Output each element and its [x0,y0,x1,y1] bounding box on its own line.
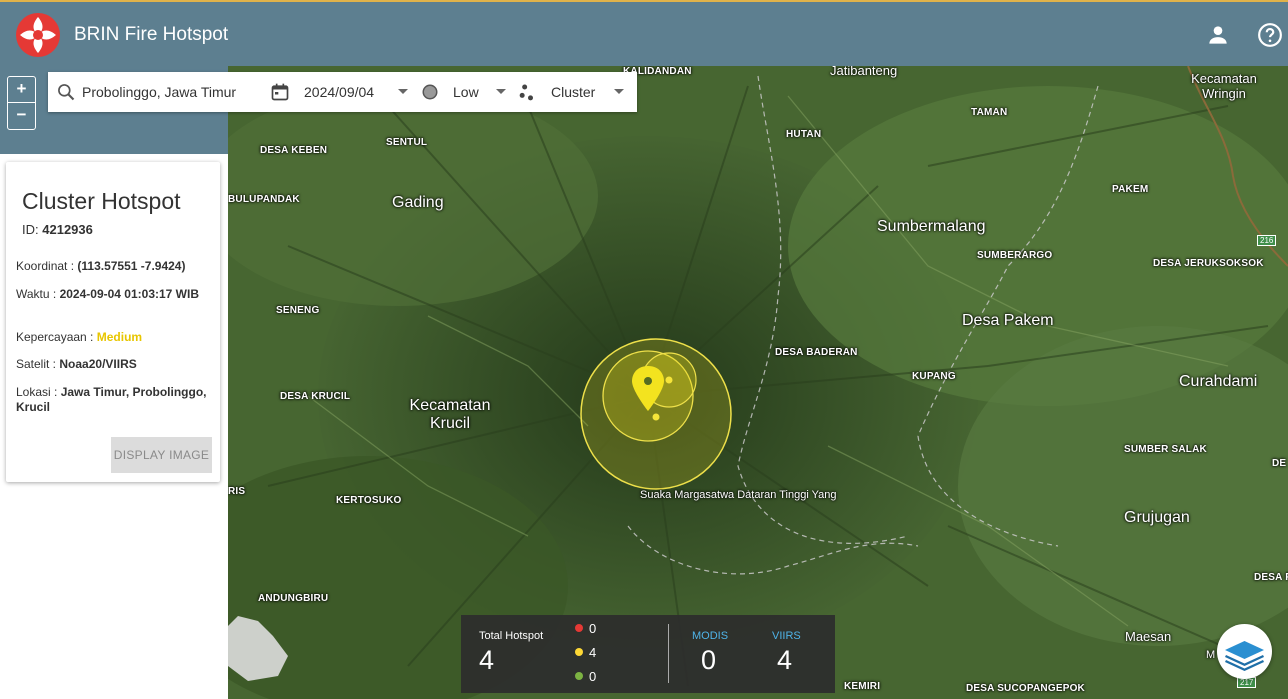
chevron-down-icon[interactable] [398,89,408,94]
calendar-icon[interactable] [270,82,290,102]
waktu-field: Waktu : 2024-09-04 01:03:17 WIB [16,287,216,302]
lokasi-field: Lokasi : Jawa Timur, Probolinggo, Krucil [16,385,216,415]
map-label: DESA SUCOPANGEPOK [966,683,1085,694]
date-select[interactable]: 2024/09/04 [304,72,374,112]
map-label: DE [1272,458,1287,469]
low-count-value: 0 [589,669,597,684]
hotspot-cluster[interactable] [580,338,732,490]
satellite-map[interactable]: KALIDANDAN Jatibanteng Kecamatan Wringin… [228,66,1288,699]
medium-count: 4 [575,645,596,660]
confidence-circle-icon [422,84,438,100]
modis-value: 0 [701,645,717,675]
chevron-down-icon[interactable] [496,89,506,94]
map-label: Kecamatan Wringin [1191,71,1257,101]
koordinat-field: Koordinat : (113.57551 -7.9424) [16,259,216,274]
display-image-button[interactable]: DISPLAY IMAGE [111,437,212,473]
layers-button[interactable] [1217,624,1272,679]
kepercayaan-value: Medium [96,330,143,344]
road-marker: 216 [1257,235,1277,246]
total-hotspot-label: Total Hotspot [479,630,544,642]
satelit-label: Satelit : [16,357,57,371]
map-label: RIS [228,486,246,497]
lokasi-label: Lokasi : [16,385,58,399]
map-label: TAMAN [971,107,1008,118]
chevron-down-icon[interactable] [614,89,624,94]
map-label: PAKEM [1112,184,1149,195]
display-mode-select[interactable]: Cluster [551,72,595,112]
zoom-out-button[interactable]: − [8,102,35,128]
waktu-label: Waktu : [16,287,57,301]
waktu-value: 2024-09-04 01:03:17 WIB [59,287,199,301]
map-label: Curahdami [1179,373,1258,390]
app-title: BRIN Fire Hotspot [74,24,229,45]
map-label: ANDUNGBIRU [258,593,329,604]
map-label: Desa Pakem [962,312,1054,329]
map-label: Kecamatan Krucil [409,397,491,432]
top-app-bar: BRIN Fire Hotspot [0,0,1288,66]
map-label: M [1206,649,1216,661]
map-label: Jatibanteng [830,66,898,78]
map-label: SENENG [276,305,320,316]
map-label: HUTAN [786,129,822,140]
map-label: DESA JERUKSOKSOK [1153,258,1264,269]
stats-divider [668,624,669,683]
zoom-control: + − [7,76,36,130]
total-hotspot-value: 4 [479,645,495,675]
confidence-select[interactable]: Low [453,72,479,112]
map-label: SUMBER SALAK [1124,444,1207,455]
map-label: Sumbermalang [877,218,986,235]
layers-icon [1225,641,1264,671]
map-label: KERTOSUKO [336,495,402,506]
map-label: SUMBERARGO [977,250,1053,261]
cluster-icon [519,84,533,101]
viirs-value: 4 [777,645,793,675]
kepercayaan-field: Kepercayaan : Medium [16,330,216,345]
map-label: SENTUL [386,137,428,148]
satelit-value: Noaa20/VIIRS [59,357,137,371]
zoom-in-button[interactable]: + [8,77,35,102]
medium-count-value: 4 [589,645,597,660]
filter-toolbar: Probolinggo, Jawa Timur 2024/09/04 Low C… [48,72,637,112]
high-dot-icon [575,624,583,632]
hotspot-stats-panel: Total Hotspot 4 0 4 0 MODIS 0 VIIRS 4 [461,615,835,693]
high-count: 0 [575,621,596,636]
medium-dot-icon [575,648,583,656]
map-label: DESA KRUCIL [280,391,351,402]
brin-logo [16,13,60,57]
map-label: BULUPANDAK [228,194,300,205]
low-dot-icon [575,672,583,680]
help-icon[interactable] [1257,22,1283,48]
modis-label: MODIS [692,630,729,642]
viirs-label: VIIRS [772,630,801,642]
card-title: Cluster Hotspot [22,188,181,214]
map-label: Gading [392,194,444,211]
map-label: DESA KEBEN [260,145,328,156]
map-terrain [228,66,1288,699]
map-label: Maesan [1125,629,1172,644]
map-label: KUPANG [912,371,956,382]
map-label: Suaka Margasatwa Dataran Tinggi Yang [640,489,837,501]
id-label: ID: [22,222,39,237]
high-count-value: 0 [589,621,597,636]
hotspot-id: ID: 4212936 [22,222,93,237]
id-value: 4212936 [42,222,93,237]
hotspot-info-card: Cluster Hotspot ID: 4212936 Koordinat : … [6,162,220,482]
koordinat-label: Koordinat : [16,259,75,273]
account-icon[interactable] [1205,22,1231,48]
map-label: Grujugan [1124,509,1190,526]
map-label: KEMIRI [844,681,881,692]
kepercayaan-label: Kepercayaan : [16,330,94,344]
satelit-field: Satelit : Noaa20/VIIRS [16,357,216,372]
map-label: DESA PE [1254,572,1288,583]
map-label: DESA BADERAN [775,347,858,358]
koordinat-value: (113.57551 -7.9424) [77,259,186,273]
search-icon [58,84,75,101]
location-search-input[interactable]: Probolinggo, Jawa Timur [82,72,236,112]
low-count: 0 [575,669,596,684]
